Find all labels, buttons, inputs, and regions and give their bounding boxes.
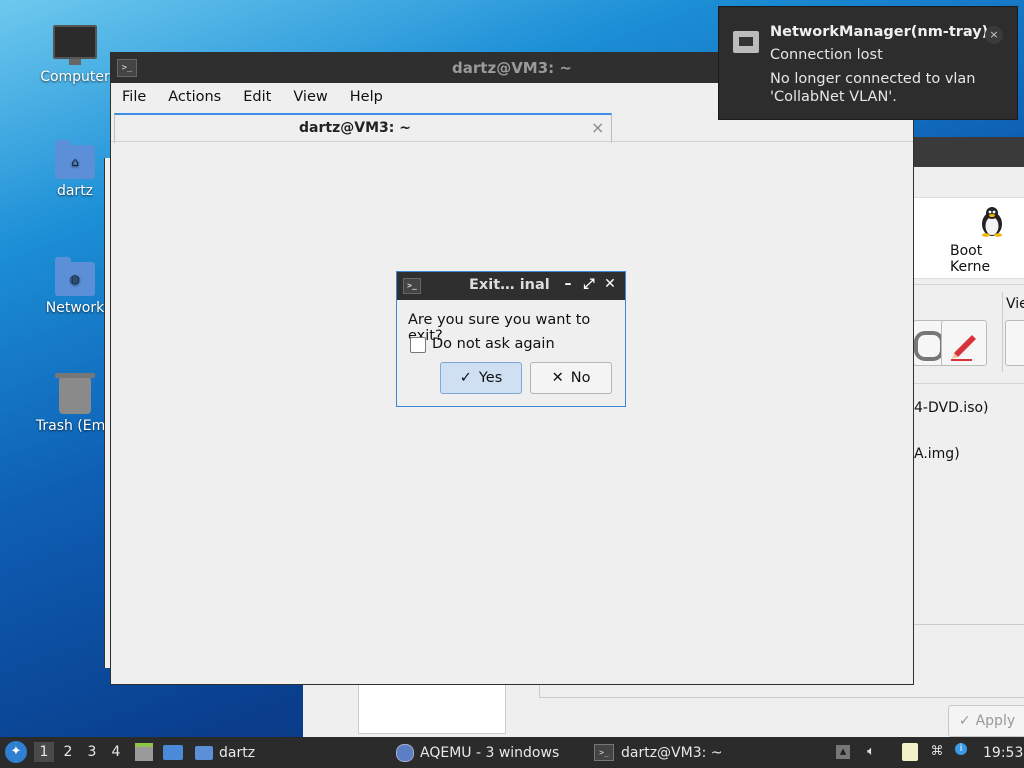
info-icon[interactable]: i xyxy=(955,743,967,755)
folder-icon xyxy=(195,745,213,760)
terminal-icon: >_ xyxy=(594,744,614,761)
no-button-label: No xyxy=(570,370,591,386)
pencil-icon xyxy=(951,335,976,361)
apply-button-label: Apply xyxy=(975,713,1016,729)
computer-icon xyxy=(53,25,97,65)
workspace-2[interactable]: 2 xyxy=(58,742,78,762)
taskbar: ✦ 1 2 3 4 dartz AQEMU - 3 windows >_ dar… xyxy=(0,737,1024,768)
taskbar-task-label: dartz@VM3: ~ xyxy=(621,744,723,761)
workspace-1[interactable]: 1 xyxy=(34,742,54,762)
aqemu-icon xyxy=(396,743,414,762)
taskbar-task-aqemu[interactable]: AQEMU - 3 windows xyxy=(396,737,559,768)
terminal-app-icon[interactable]: >_ xyxy=(117,59,137,77)
boot-kernel-label[interactable]: Boot Kerne xyxy=(950,243,1024,275)
clock[interactable]: 19:53 xyxy=(983,737,1023,768)
dialog-title: Exit… inal xyxy=(469,277,550,293)
tux-icon xyxy=(982,207,1002,237)
view-label: Vie xyxy=(1006,296,1024,312)
taskbar-folder-dartz[interactable]: dartz xyxy=(195,737,255,768)
tab-title: dartz@VM3: ~ xyxy=(299,120,411,136)
network-wired-icon xyxy=(733,31,759,53)
menu-view[interactable]: View xyxy=(282,89,338,105)
network-icon[interactable]: ⌘ xyxy=(930,745,944,759)
yes-button-label: Yes xyxy=(478,370,503,386)
home-folder-icon: ⌂ xyxy=(55,140,95,179)
taskbar-task-terminal[interactable]: >_ dartz@VM3: ~ xyxy=(594,737,723,768)
terminal-title: dartz@VM3: ~ xyxy=(452,59,572,77)
do-not-ask-checkbox[interactable] xyxy=(410,337,426,353)
tab-close-icon[interactable]: × xyxy=(591,118,604,137)
yes-button[interactable]: ✓ Yes xyxy=(440,362,522,394)
view-tool-button[interactable] xyxy=(1005,320,1024,366)
no-button[interactable]: ✕ No xyxy=(530,362,612,394)
gear-icon xyxy=(914,331,944,361)
clock-time: 19:53 xyxy=(983,744,1024,761)
network-notification[interactable]: NetworkManager(nm-tray) Connection lost … xyxy=(718,6,1018,120)
taskbar-task-label: AQEMU - 3 windows xyxy=(420,744,560,761)
edit-tool-button[interactable] xyxy=(941,320,987,366)
terminal-tab[interactable]: dartz@VM3: ~ × xyxy=(114,113,612,143)
show-desktop-icon[interactable] xyxy=(163,745,183,760)
workspace-4[interactable]: 4 xyxy=(106,742,126,762)
terminal-app-icon: >_ xyxy=(403,278,421,294)
workspace-3[interactable]: 3 xyxy=(82,742,102,762)
check-icon: ✓ xyxy=(459,370,472,386)
notification-title: NetworkManager(nm-tray) xyxy=(770,24,989,40)
dialog-titlebar[interactable]: >_ Exit… inal – ⤢ ✕ xyxy=(397,272,625,300)
volume-icon[interactable]: 🔈︎ xyxy=(864,745,878,759)
menu-actions[interactable]: Actions xyxy=(157,89,232,105)
menu-edit[interactable]: Edit xyxy=(232,89,282,105)
network-folder-icon: ◍ xyxy=(55,257,95,296)
tab-divider xyxy=(111,141,913,142)
app-menu-icon[interactable]: ✦ xyxy=(5,741,27,763)
aqemu-list-panel xyxy=(358,682,506,734)
tray-notes-icon[interactable]: ▴ xyxy=(836,745,850,759)
notification-body: No longer connected to vlan 'CollabNet V… xyxy=(770,71,976,105)
check-icon: ✓ xyxy=(958,713,971,729)
do-not-ask-label[interactable]: Do not ask again xyxy=(432,336,555,352)
exit-confirm-dialog[interactable]: >_ Exit… inal – ⤢ ✕ Are you sure you wan… xyxy=(396,271,626,407)
file-manager-icon[interactable] xyxy=(135,743,153,761)
close-icon[interactable]: ✕ xyxy=(602,276,618,292)
menu-file[interactable]: File xyxy=(111,89,157,105)
notification-subtitle: Connection lost xyxy=(770,47,883,63)
menu-help[interactable]: Help xyxy=(339,89,394,105)
clipboard-icon[interactable] xyxy=(902,743,918,761)
apply-button[interactable]: ✓ Apply xyxy=(948,705,1024,737)
taskbar-folder-label: dartz xyxy=(219,744,256,761)
close-icon[interactable]: × xyxy=(985,26,1003,44)
minimize-icon[interactable]: – xyxy=(560,276,576,292)
x-icon: ✕ xyxy=(551,370,564,386)
disk-image-label: A.img) xyxy=(914,446,960,462)
trash-icon xyxy=(55,373,95,414)
maximize-icon[interactable]: ⤢ xyxy=(581,276,597,292)
cdrom-image-label: 4-DVD.iso) xyxy=(914,400,989,416)
